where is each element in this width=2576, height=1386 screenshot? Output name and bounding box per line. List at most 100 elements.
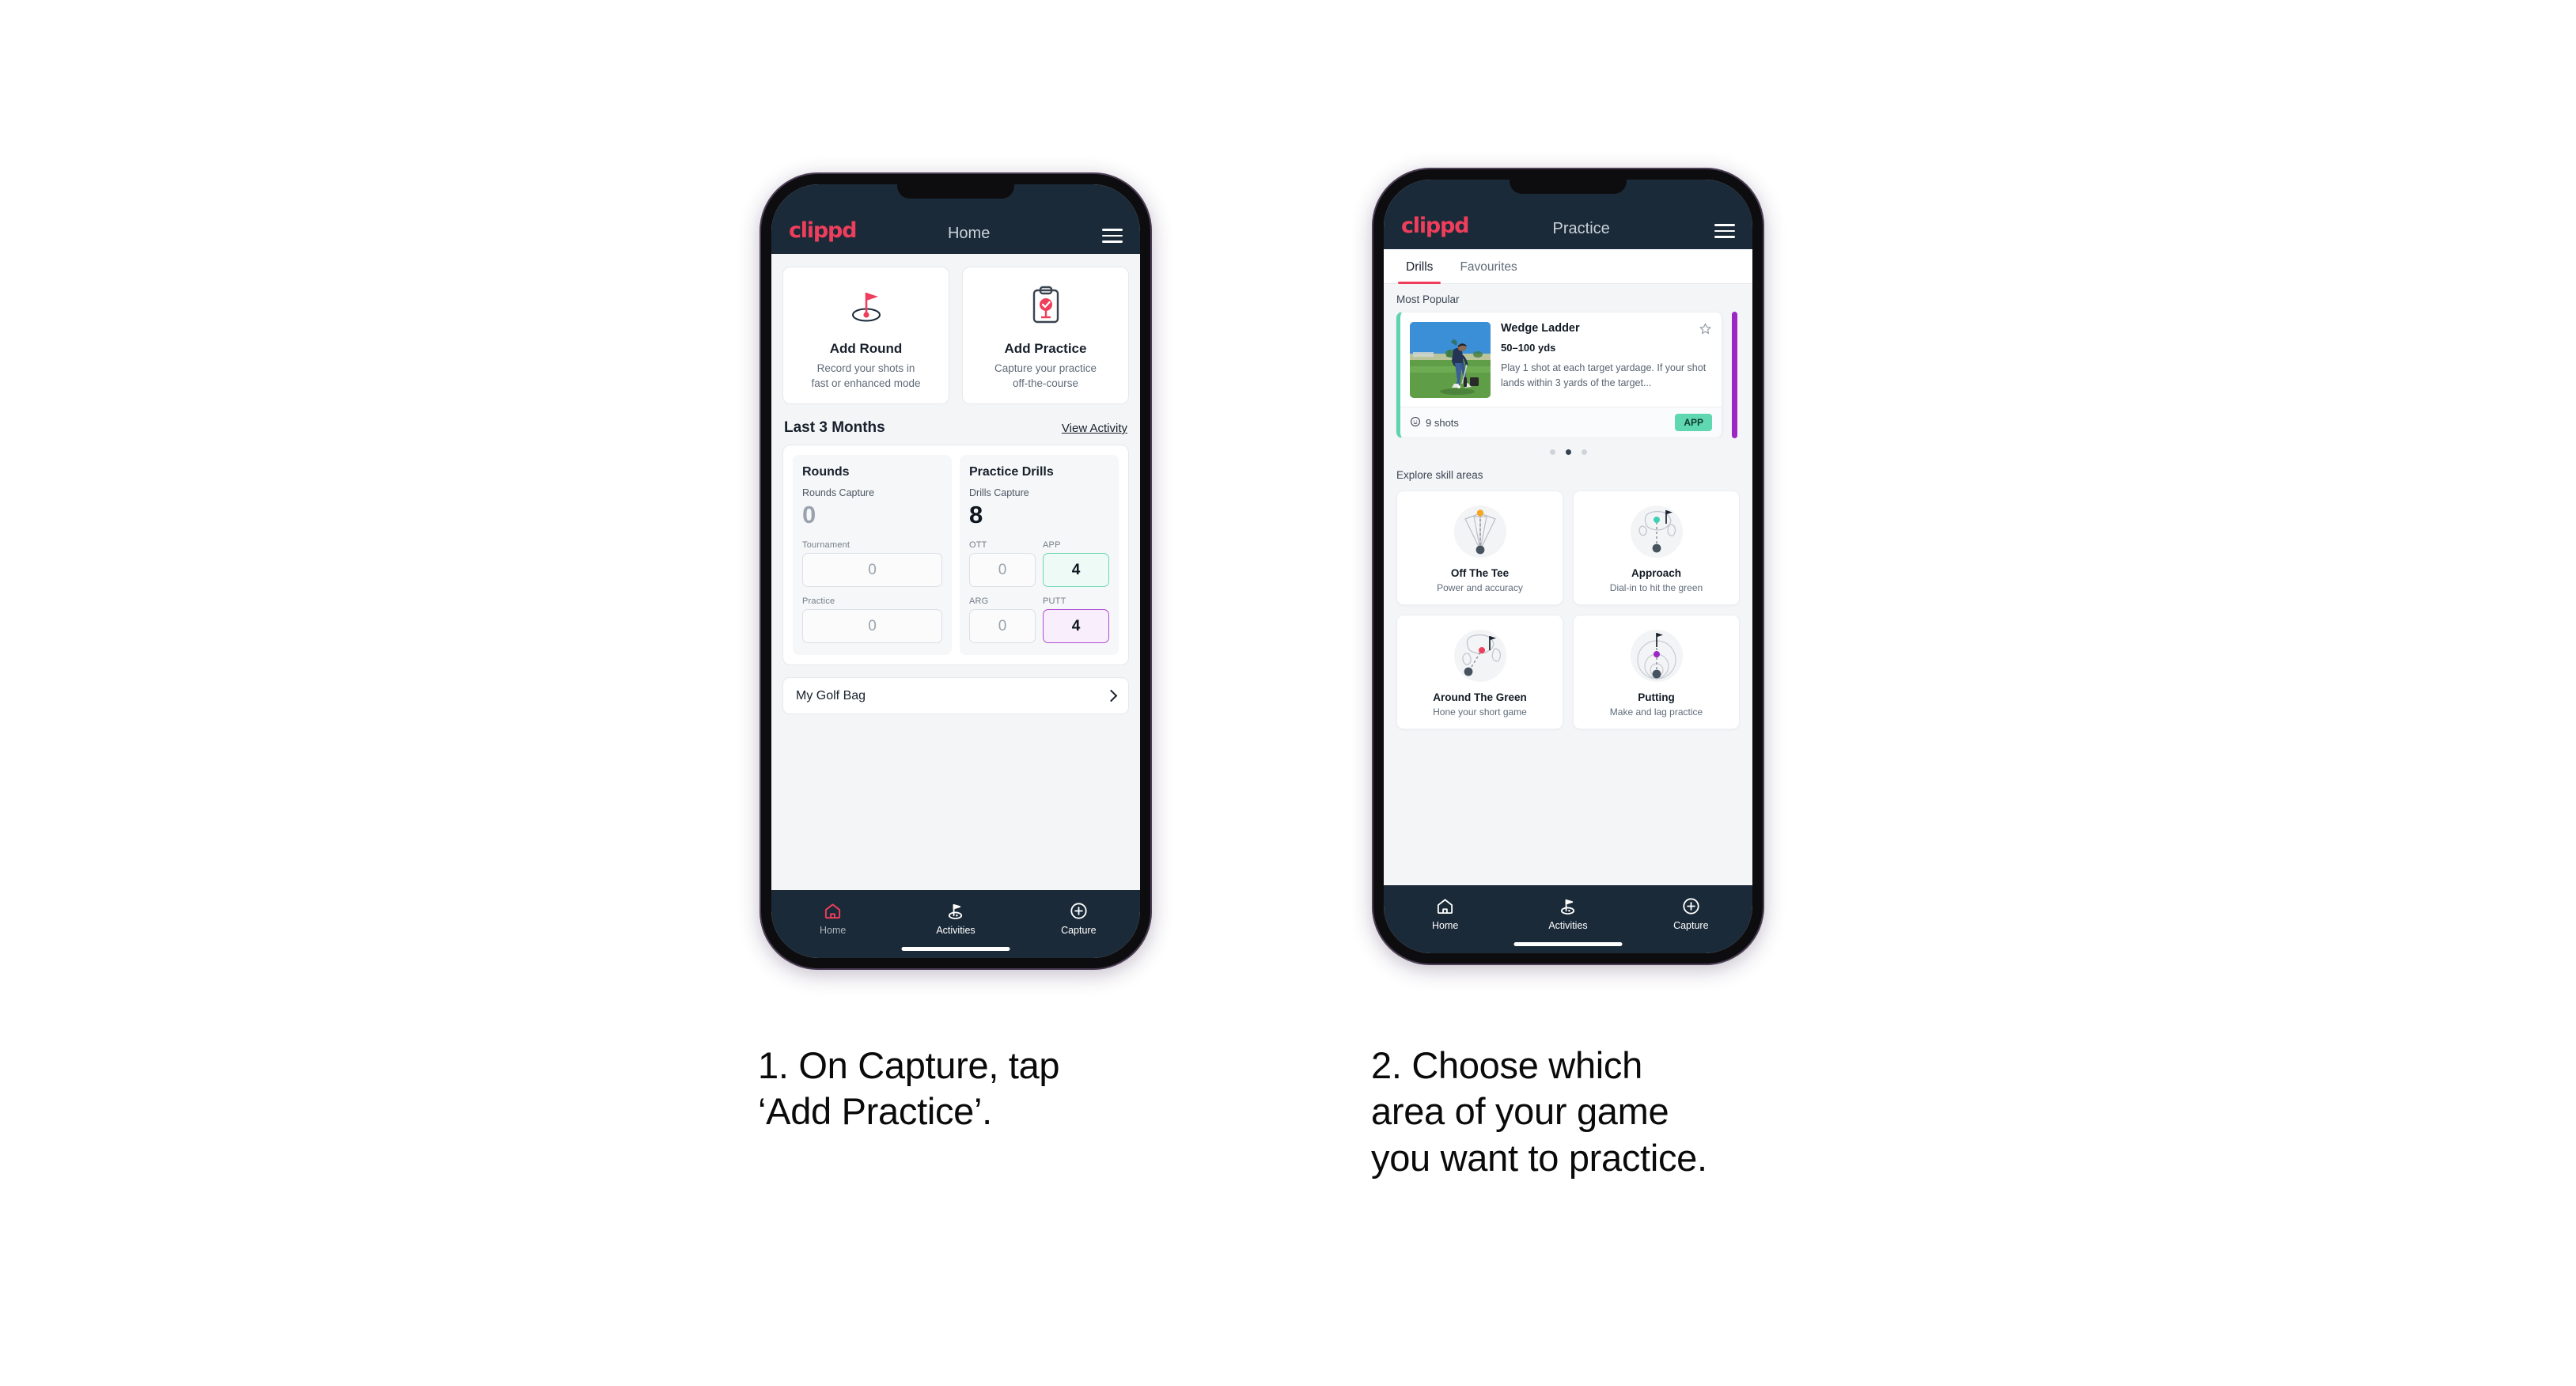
star-outline-icon[interactable] bbox=[1699, 322, 1712, 339]
chip-green-icon bbox=[1404, 626, 1556, 686]
tab-drills[interactable]: Drills bbox=[1398, 249, 1441, 284]
nav-item-home[interactable]: Home bbox=[1384, 896, 1506, 931]
rounds-stat-column: Rounds Rounds Capture 0 Tournament 0 Pra… bbox=[793, 455, 952, 655]
phone-mockup-home: clippd Home Add Round Record your shots … bbox=[760, 172, 1152, 970]
drill-metrics-row2: ARG 0 PUTT 4 bbox=[969, 596, 1109, 643]
last-3-months-header: Last 3 Months View Activity bbox=[771, 404, 1140, 445]
skill-sub: Power and accuracy bbox=[1437, 582, 1523, 593]
add-round-sub-line2: fast or enhanced mode bbox=[811, 377, 921, 389]
skill-sub: Make and lag practice bbox=[1609, 706, 1703, 718]
drill-carousel[interactable]: Wedge Ladder 50–100 yds Play 1 shot at e… bbox=[1384, 312, 1752, 438]
skill-card-putting[interactable]: Putting Make and lag practice bbox=[1573, 615, 1740, 729]
golf-activities-icon bbox=[1558, 896, 1578, 916]
next-drill-card-peek[interactable] bbox=[1732, 312, 1737, 438]
explore-skill-areas-label: Explore skill areas bbox=[1396, 469, 1483, 481]
skill-sub: Dial-in to hit the green bbox=[1609, 582, 1703, 593]
putting-rings-icon bbox=[1580, 626, 1733, 686]
drill-card-body: Wedge Ladder 50–100 yds Play 1 shot at e… bbox=[1400, 312, 1722, 407]
nav-label-activities: Activities bbox=[936, 925, 975, 936]
skill-name: Around The Green bbox=[1433, 691, 1527, 703]
tab-favourites[interactable]: Favourites bbox=[1452, 249, 1525, 283]
drill-title: Wedge Ladder bbox=[1501, 322, 1580, 335]
caption-step-1: 1. On Capture, tap ‘Add Practice’. bbox=[758, 1043, 1233, 1135]
golfer-photo bbox=[1410, 322, 1491, 398]
hamburger-menu-icon[interactable] bbox=[1714, 224, 1735, 238]
practice-content: Most Popular Wedge Ladder 50–100 yds Pla… bbox=[1384, 284, 1752, 885]
caption-step-2-line-3: you want to practice. bbox=[1371, 1136, 1707, 1179]
skill-card-off-the-tee[interactable]: Off The Tee Power and accuracy bbox=[1396, 490, 1563, 605]
practice-metric: Practice 0 bbox=[802, 596, 942, 643]
phone1-screen: clippd Home Add Round Record your shots … bbox=[771, 184, 1140, 958]
phone2-screen: clippd Practice Drills Favourites Most P… bbox=[1384, 180, 1752, 953]
tutorial-screenshot: clippd Home Add Round Record your shots … bbox=[0, 0, 2576, 1386]
golf-activities-icon bbox=[945, 901, 965, 921]
add-round-sub-line1: Record your shots in bbox=[816, 362, 915, 374]
view-activity-link[interactable]: View Activity bbox=[1062, 422, 1127, 435]
skill-card-approach[interactable]: Approach Dial-in to hit the green bbox=[1573, 490, 1740, 605]
phone-mockup-practice: clippd Practice Drills Favourites Most P… bbox=[1372, 168, 1764, 965]
app-value: 4 bbox=[1043, 553, 1109, 587]
practice-tabs: Drills Favourites bbox=[1384, 249, 1752, 284]
nav-label-home: Home bbox=[1431, 920, 1459, 931]
nav-label-capture: Capture bbox=[1673, 920, 1709, 931]
app-label: APP bbox=[1043, 540, 1061, 550]
add-practice-title: Add Practice bbox=[1004, 341, 1087, 356]
skill-card-around-the-green[interactable]: Around The Green Hone your short game bbox=[1396, 615, 1563, 729]
nav-item-activities[interactable]: Activities bbox=[1506, 896, 1629, 931]
nav-label-activities: Activities bbox=[1548, 920, 1588, 931]
rounds-capture-value: 0 bbox=[802, 501, 816, 528]
add-round-card[interactable]: Add Round Record your shots in fast or e… bbox=[782, 267, 949, 404]
tournament-value: 0 bbox=[802, 553, 942, 587]
carousel-dot-1[interactable] bbox=[1549, 449, 1555, 455]
drill-description: Play 1 shot at each target yardage. If y… bbox=[1501, 362, 1707, 388]
caption-step-1-line-1: 1. On Capture, tap bbox=[758, 1044, 1060, 1086]
nav-label-capture: Capture bbox=[1061, 925, 1097, 936]
page-title: Home bbox=[947, 225, 991, 242]
home-indicator bbox=[1513, 942, 1623, 946]
carousel-dot-2[interactable] bbox=[1565, 449, 1571, 455]
add-practice-sub-line1: Capture your practice bbox=[994, 362, 1097, 374]
tournament-metric: Tournament 0 bbox=[802, 540, 942, 587]
skill-areas-grid: Off The Tee Power and accuracy Approach … bbox=[1384, 487, 1752, 742]
caption-step-2-line-1: 2. Choose which bbox=[1371, 1044, 1642, 1086]
my-golf-bag-row[interactable]: My Golf Bag bbox=[782, 677, 1129, 714]
caption-step-2-line-2: area of your game bbox=[1371, 1090, 1669, 1133]
drills-capture-value: 8 bbox=[969, 501, 983, 528]
most-popular-label: Most Popular bbox=[1396, 293, 1460, 305]
drills-title: Practice Drills bbox=[969, 465, 1054, 479]
clock-icon bbox=[1410, 416, 1421, 430]
carousel-dot-3[interactable] bbox=[1581, 449, 1587, 455]
putt-label: PUTT bbox=[1043, 596, 1066, 606]
phone-notch bbox=[1510, 180, 1627, 194]
home-icon bbox=[824, 901, 842, 921]
page-title: Practice bbox=[1552, 220, 1610, 237]
nav-item-activities[interactable]: Activities bbox=[894, 901, 1017, 936]
chevron-right-icon bbox=[1104, 689, 1118, 702]
my-golf-bag-label: My Golf Bag bbox=[796, 688, 866, 702]
putt-value: 4 bbox=[1043, 609, 1109, 643]
drills-stat-column: Practice Drills Drills Capture 8 OTT 0 A… bbox=[960, 455, 1119, 655]
rounds-capture-label: Rounds Capture bbox=[802, 487, 875, 498]
practice-value: 0 bbox=[802, 609, 942, 643]
ott-label: OTT bbox=[969, 540, 987, 550]
tournament-label: Tournament bbox=[802, 540, 850, 550]
section-title: Last 3 Months bbox=[784, 419, 885, 436]
ott-value: 0 bbox=[969, 553, 1036, 587]
quick-actions: Add Round Record your shots in fast or e… bbox=[771, 254, 1140, 404]
home-indicator bbox=[901, 947, 1010, 951]
home-content: Add Round Record your shots in fast or e… bbox=[771, 254, 1140, 890]
drill-title-row: Wedge Ladder bbox=[1501, 322, 1712, 339]
nav-item-home[interactable]: Home bbox=[771, 901, 894, 936]
nav-item-capture[interactable]: Capture bbox=[1630, 896, 1752, 931]
arg-value: 0 bbox=[969, 609, 1036, 643]
stats-panel: Rounds Rounds Capture 0 Tournament 0 Pra… bbox=[782, 445, 1129, 665]
hamburger-menu-icon[interactable] bbox=[1102, 229, 1123, 243]
add-practice-sub-line2: off-the-course bbox=[1012, 377, 1079, 389]
nav-item-capture[interactable]: Capture bbox=[1017, 901, 1140, 936]
drill-category-badge: APP bbox=[1675, 414, 1712, 431]
approach-green-icon bbox=[1580, 502, 1733, 562]
add-practice-card[interactable]: Add Practice Capture your practice off-t… bbox=[962, 267, 1129, 404]
drill-card[interactable]: Wedge Ladder 50–100 yds Play 1 shot at e… bbox=[1396, 312, 1722, 438]
drill-yardage: 50–100 yds bbox=[1501, 342, 1556, 354]
plus-circle-icon bbox=[1682, 896, 1700, 916]
